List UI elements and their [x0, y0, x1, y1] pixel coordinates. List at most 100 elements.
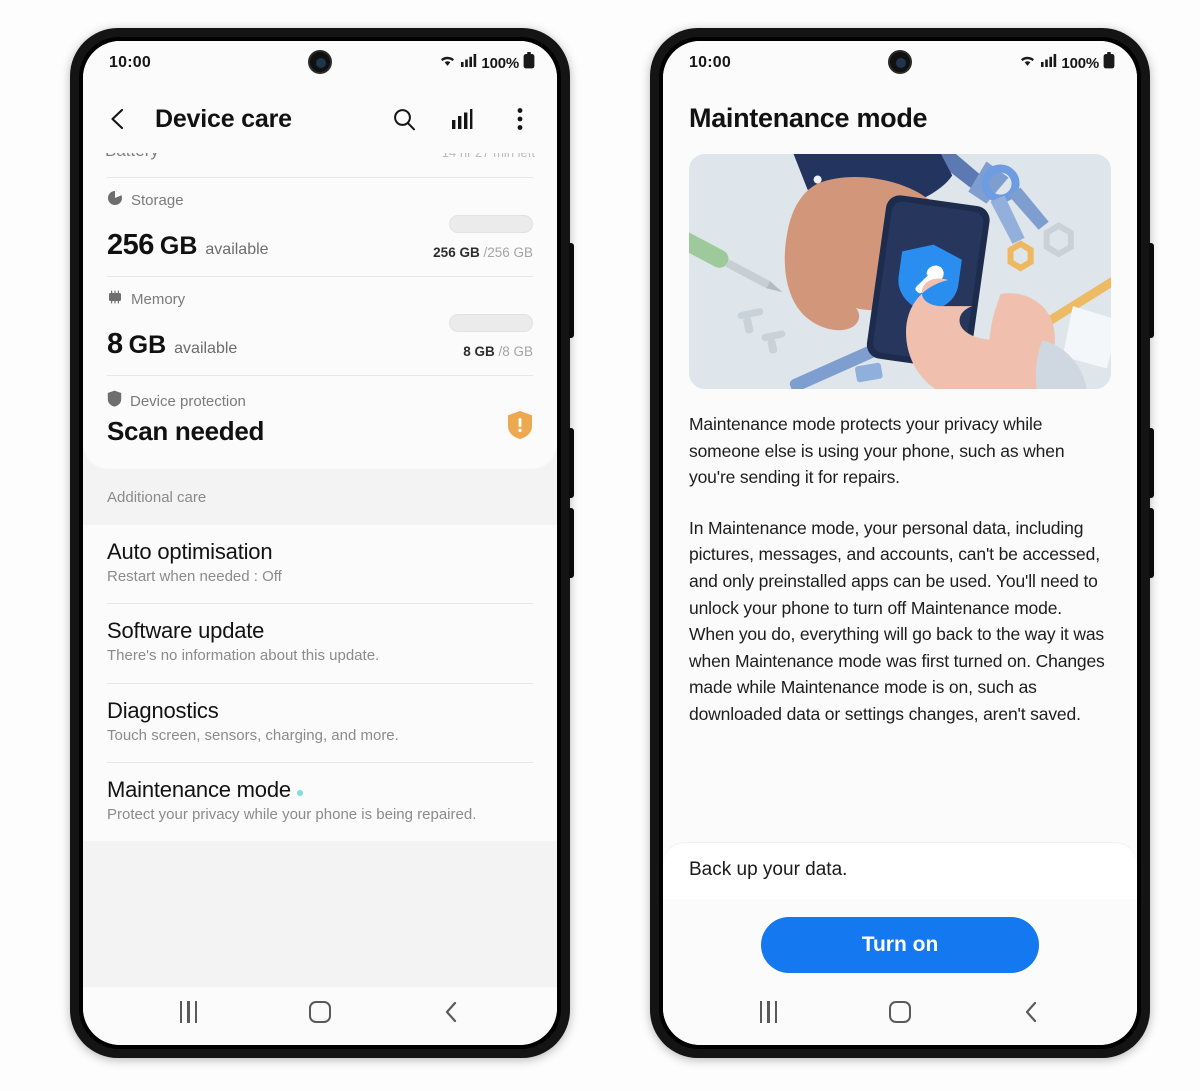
device-protection-row[interactable]: Device protection Scan needed — [83, 376, 557, 469]
resource-used: 256 GB — [433, 245, 480, 260]
resource-suffix: available — [174, 340, 238, 357]
list-item-title: Diagnostics — [107, 697, 219, 723]
front-camera-punchhole — [888, 50, 912, 74]
phone-side-button-volume-up[interactable] — [1149, 428, 1154, 498]
phone-maintenance-mode: 10:00 100% Maintenance mode Maintenance … — [650, 28, 1154, 1058]
resource-unit: GB — [128, 331, 167, 359]
resource-ratio: 8 GB /8 GB — [449, 344, 533, 359]
bar-chart-icon[interactable] — [445, 102, 479, 136]
storage-pie-icon — [107, 190, 123, 211]
phone-side-button-power[interactable] — [1149, 243, 1154, 338]
scrolled-peek-row: Battery 14 hr 27 min left — [83, 153, 557, 177]
warning-shield-icon — [507, 410, 533, 445]
phone-device-care: 10:00 100% Device care Storage 256 GB av… — [70, 28, 574, 1058]
signal-icon — [461, 53, 477, 73]
resource-card: Battery 14 hr 27 min left Storage — [83, 153, 557, 469]
phone-side-button-volume-down[interactable] — [1149, 508, 1154, 578]
back-icon[interactable] — [1006, 992, 1056, 1032]
protection-label: Device protection — [130, 392, 246, 410]
protection-header: Device protection — [107, 390, 533, 412]
resource-total: /256 GB — [483, 245, 533, 260]
screenshot-canvas: 10:00 100% Device care Storage 256 GB av… — [0, 0, 1200, 1091]
battery-percent: 100% — [481, 54, 519, 72]
resource-row-memory[interactable]: Memory 8 GB available 8 GB /8 GB — [83, 277, 557, 375]
section-additional-care: Additional care — [83, 469, 557, 525]
phone-side-button-power[interactable] — [569, 243, 574, 338]
front-camera-punchhole — [308, 50, 332, 74]
list-item-subtitle: Touch screen, sensors, charging, and mor… — [107, 726, 399, 744]
backup-notice-text: Back up your data. — [689, 859, 848, 880]
phone-bezel: 10:00 100% — [659, 37, 1141, 1049]
maintenance-mode-illustration — [689, 154, 1111, 389]
list-item-title: Maintenance mode — [107, 776, 291, 802]
battery-percent: 100% — [1061, 54, 1099, 72]
phone-screen-right: 10:00 100% Maintenance mode Maintenance … — [663, 41, 1137, 1045]
resource-row-storage[interactable]: Storage 256 GB available 256 GB /256 GB — [83, 178, 557, 276]
section-label: Additional care — [107, 488, 207, 506]
list-item-title: Auto optimisation — [107, 539, 273, 564]
storage-progress-bar — [449, 215, 533, 233]
peek-title: Battery — [105, 153, 159, 161]
resource-suffix: available — [205, 241, 269, 258]
phone-side-button-volume-down[interactable] — [569, 508, 574, 578]
phone-screen-left: 10:00 100% Device care Storage 256 GB av… — [83, 41, 557, 1045]
back-arrow-icon[interactable] — [101, 102, 135, 136]
status-time: 10:00 — [689, 54, 731, 71]
list-item-title: Software update — [107, 618, 265, 644]
list-item-diagnostics[interactable]: Diagnostics Touch screen, sensors, charg… — [83, 683, 557, 762]
backup-notice: Back up your data. — [663, 843, 1137, 899]
back-icon[interactable] — [426, 992, 476, 1032]
recents-icon[interactable] — [164, 992, 214, 1032]
device-care-scroll[interactable]: Battery 14 hr 27 min left Storage — [83, 153, 557, 987]
battery-icon — [523, 52, 535, 74]
list-item-software-update[interactable]: Software update There's no information a… — [83, 604, 557, 683]
status-icons: 100% — [438, 52, 535, 74]
status-icons: 100% — [1018, 52, 1115, 74]
list-item-subtitle: Protect your privacy while your phone is… — [107, 805, 477, 823]
phone-bezel: 10:00 100% — [79, 37, 561, 1049]
resource-header: Storage — [107, 190, 533, 211]
system-navigation-bar — [663, 987, 1137, 1045]
new-badge-dot-icon — [296, 789, 303, 796]
resource-used: 8 GB — [463, 344, 495, 359]
maintenance-mode-description: Maintenance mode protects your privacy w… — [663, 389, 1137, 843]
list-item-auto-optimisation[interactable]: Auto optimisation Restart when needed : … — [83, 525, 557, 604]
wifi-icon — [1018, 53, 1037, 73]
resource-main: 256 GB available 256 GB /256 GB — [107, 215, 533, 262]
search-icon[interactable] — [387, 102, 421, 136]
list-item-subtitle: There's no information about this update… — [107, 647, 380, 665]
status-bar: 10:00 100% — [663, 41, 1137, 85]
memory-chip-icon — [107, 289, 123, 310]
battery-icon — [1103, 52, 1115, 74]
description-paragraph-2: In Maintenance mode, your personal data,… — [689, 517, 1105, 724]
list-item-subtitle: Restart when needed : Off — [107, 568, 282, 585]
resource-unit: GB — [159, 232, 198, 260]
home-icon[interactable] — [295, 992, 345, 1032]
resource-value: 8 GB available — [107, 328, 237, 361]
more-vertical-icon[interactable] — [503, 102, 537, 136]
home-icon[interactable] — [875, 992, 925, 1032]
maintenance-mode-content: Maintenance mode Maintenance mode protec… — [663, 85, 1137, 987]
wifi-icon — [438, 53, 457, 73]
recents-icon[interactable] — [744, 992, 794, 1032]
hands-passing-phone-illustration — [689, 154, 1111, 389]
turn-on-button[interactable]: Turn on — [761, 917, 1039, 973]
resource-amount: 8 — [107, 328, 123, 360]
protection-status: Scan needed — [107, 416, 265, 446]
shield-icon — [107, 390, 122, 412]
description-paragraph-1: Maintenance mode protects your privacy w… — [689, 414, 1065, 488]
memory-progress-bar — [449, 314, 533, 332]
phone-side-button-volume-up[interactable] — [569, 428, 574, 498]
status-bar: 10:00 100% — [83, 41, 557, 85]
resource-meter: 256 GB /256 GB — [433, 215, 533, 262]
system-navigation-bar — [83, 987, 557, 1045]
resource-label: Memory — [131, 291, 186, 308]
resource-header: Memory — [107, 289, 533, 310]
additional-care-card: Auto optimisation Restart when needed : … — [83, 525, 557, 841]
list-item-maintenance-mode[interactable]: Maintenance mode Protect your privacy wh… — [83, 762, 557, 841]
status-time: 10:00 — [109, 54, 151, 71]
resource-total: /8 GB — [498, 344, 533, 359]
resource-value: 256 GB available — [107, 229, 269, 262]
resource-amount: 256 — [107, 229, 154, 261]
resource-label: Storage — [131, 192, 184, 209]
